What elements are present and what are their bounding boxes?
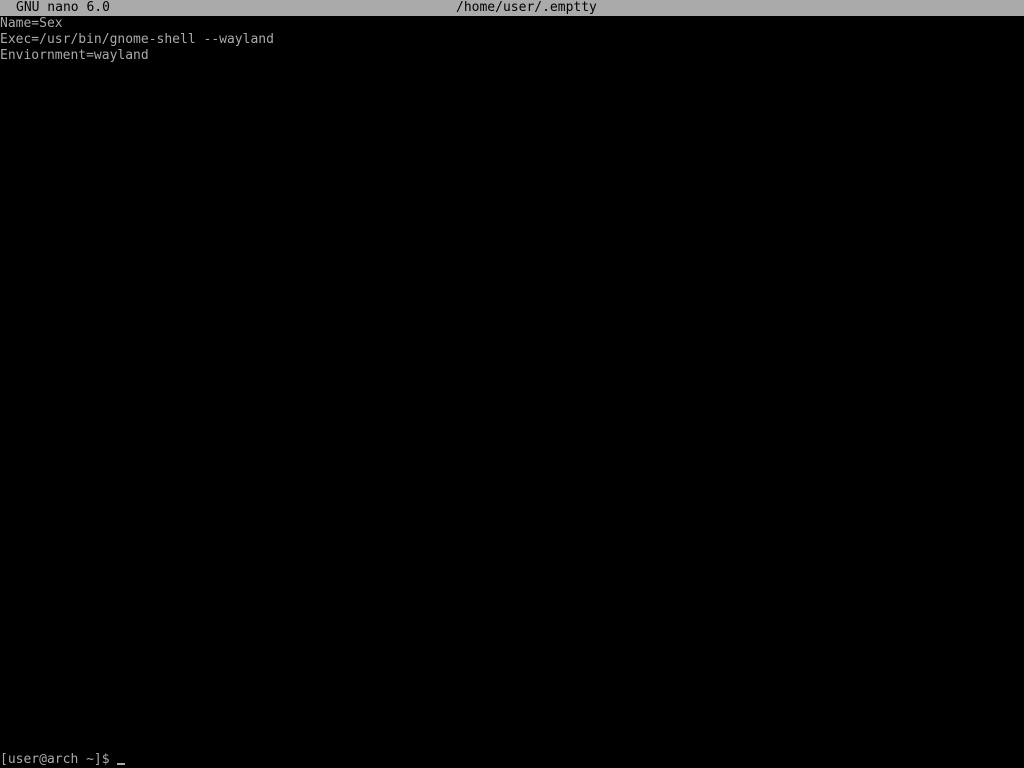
- editor-text-area[interactable]: Name=Sex Exec=/usr/bin/gnome-shell --way…: [0, 16, 1024, 64]
- app-version-label: GNU nano 6.0: [16, 0, 110, 15]
- editor-line-environment[interactable]: Enviornment=wayland: [0, 48, 1024, 64]
- file-path-label: /home/user/.emptty: [456, 0, 597, 15]
- text-cursor-icon: [117, 763, 126, 765]
- terminal-screen[interactable]: GNU nano 6.0 /home/user/.emptty Name=Sex…: [0, 0, 1024, 768]
- editor-line-exec[interactable]: Exec=/usr/bin/gnome-shell --wayland: [0, 32, 1024, 48]
- shell-prompt: [user@arch ~]$: [0, 752, 118, 767]
- nano-title-bar: GNU nano 6.0 /home/user/.emptty: [0, 0, 1024, 16]
- editor-line-name[interactable]: Name=Sex: [0, 16, 1024, 32]
- shell-prompt-line[interactable]: [user@arch ~]$: [0, 752, 126, 768]
